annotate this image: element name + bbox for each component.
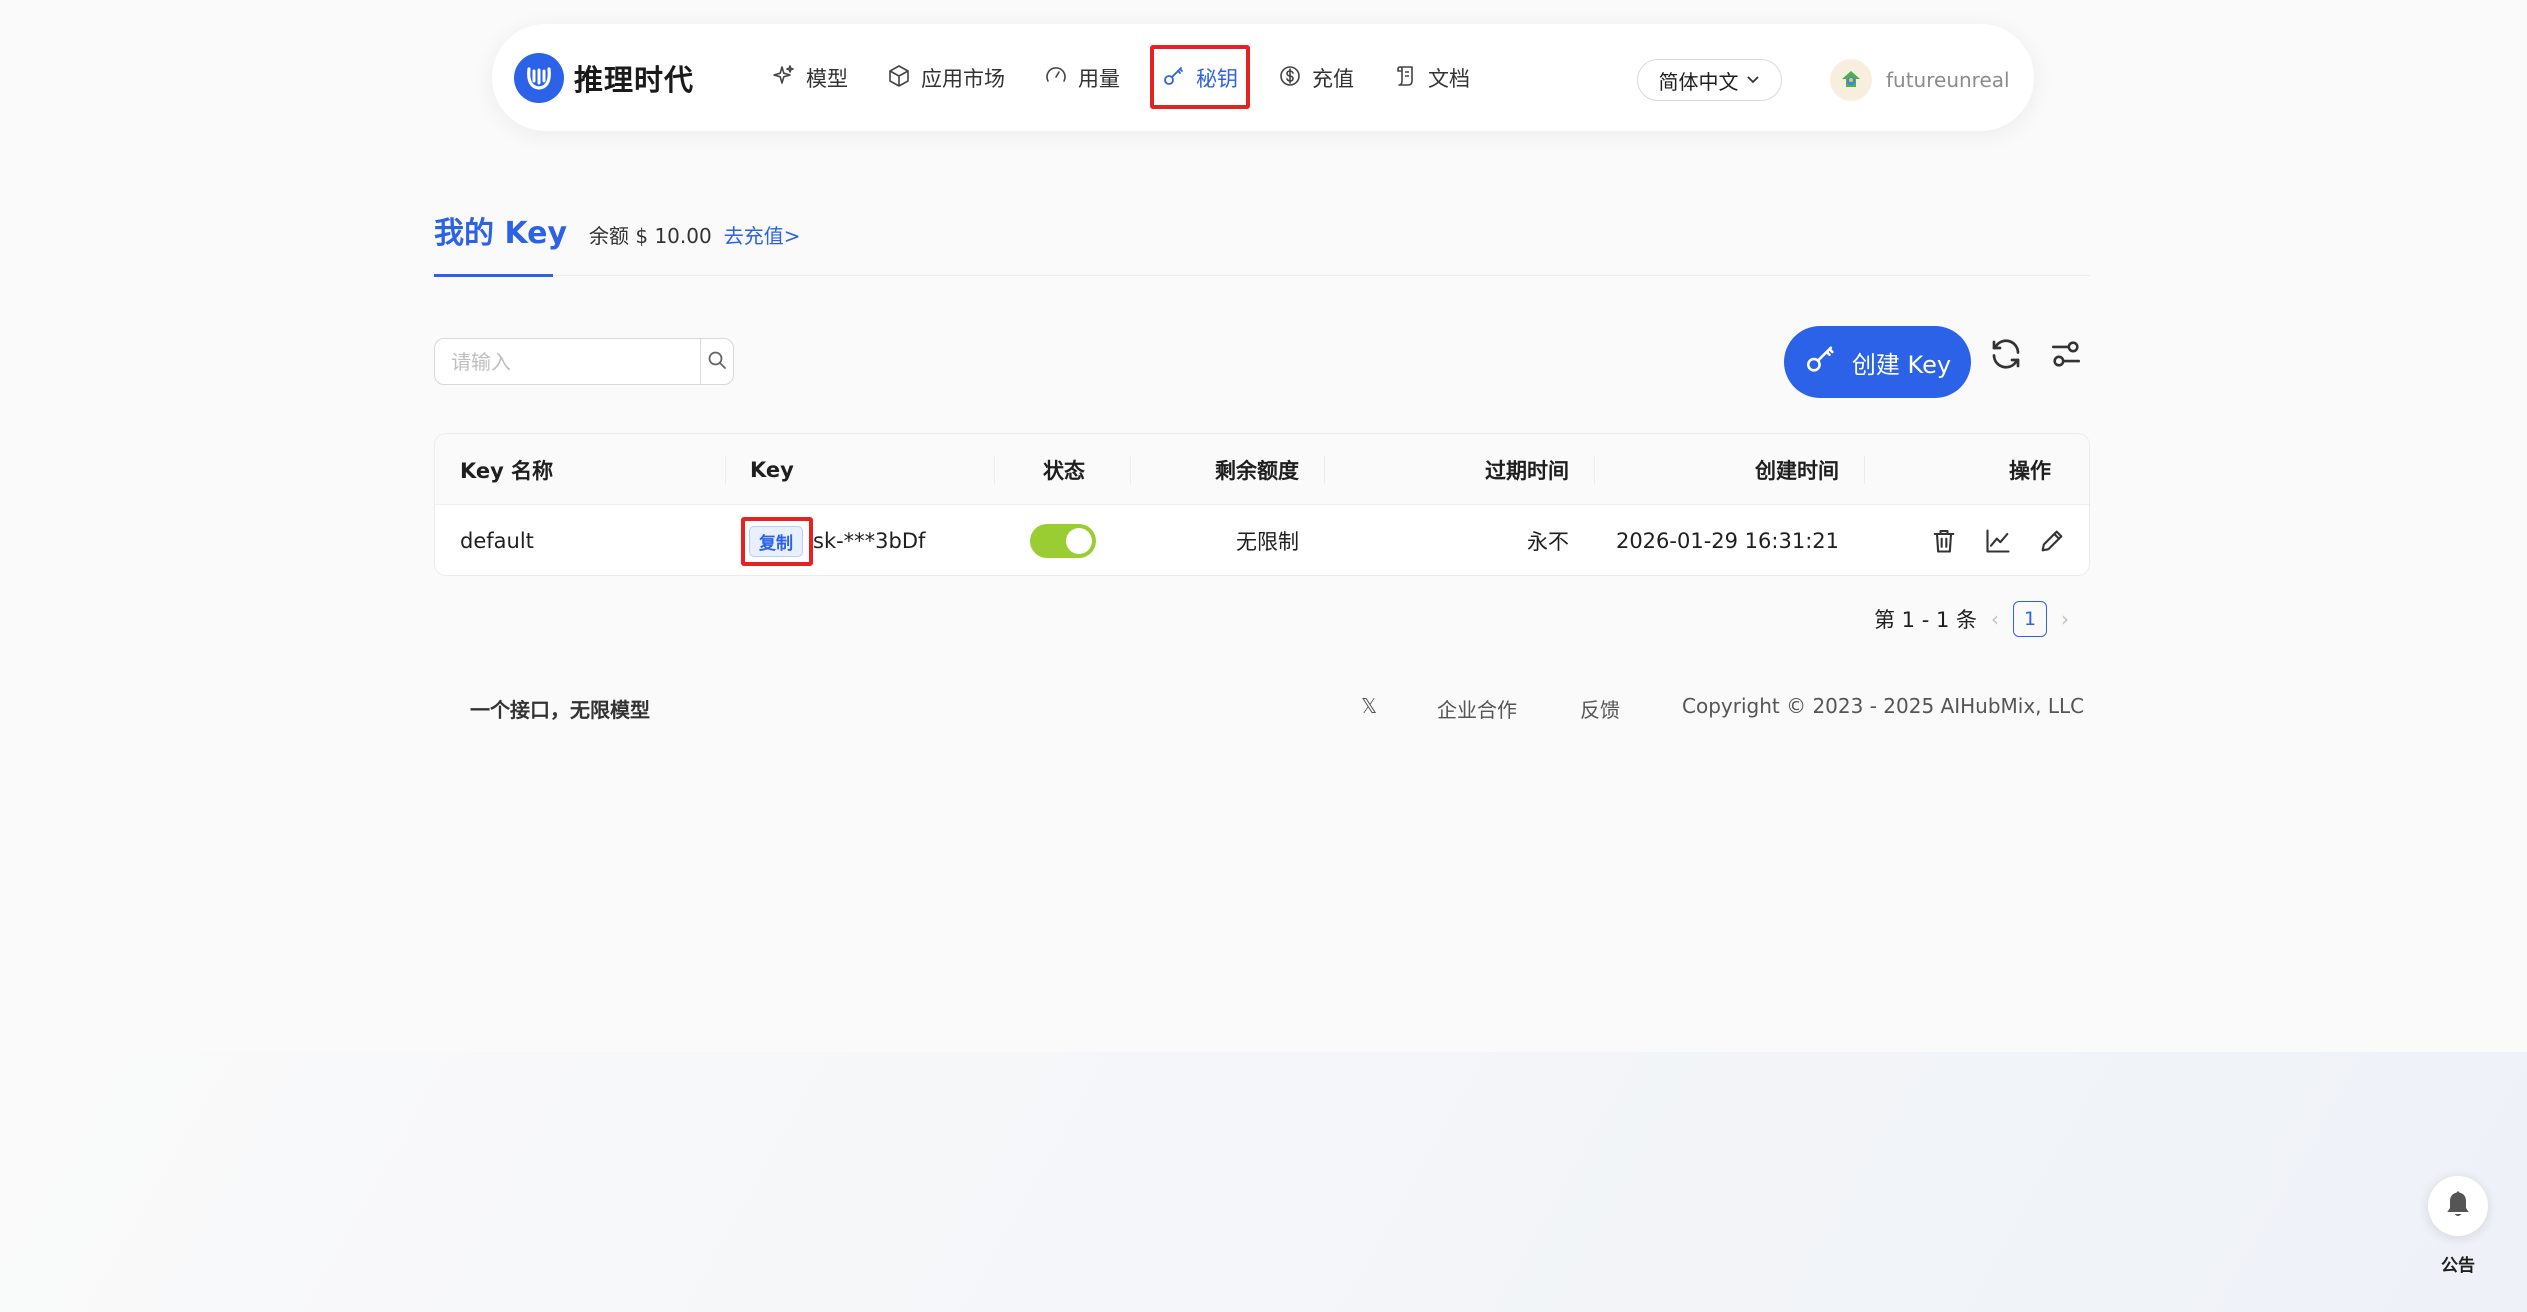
status-toggle[interactable]	[1030, 524, 1096, 558]
line-chart-icon[interactable]	[1980, 523, 2016, 559]
search-input[interactable]	[435, 339, 700, 384]
recharge-link[interactable]: 去充值>	[724, 220, 801, 249]
column-divider	[1324, 456, 1325, 484]
notice-label: 公告	[2441, 1256, 2475, 1276]
nav-item-docs[interactable]: 文档	[1394, 54, 1470, 102]
header-divider	[434, 275, 2090, 276]
balance-label: 余额 $ 10.00	[589, 224, 712, 248]
remaining-quota-cell: 无限制	[1236, 530, 1299, 554]
column-header-expires: 过期时间	[1485, 458, 1569, 483]
pagination: 第 1 - 1 条 ‹ 1 ›	[1874, 600, 2069, 638]
footer-link-feedback[interactable]: 反馈	[1580, 694, 1620, 723]
column-divider	[1594, 456, 1595, 484]
nav-label: 充值	[1312, 67, 1354, 91]
nav-item-usage[interactable]: 用量	[1044, 54, 1120, 102]
nav-item-keys[interactable]: 秘钥	[1162, 54, 1238, 102]
column-header-key: Key	[750, 457, 794, 482]
language-select[interactable]: 简体中文	[1637, 59, 1782, 101]
table-row: default 复制 sk-***3bDf 无限制 永不 2026-01-29 …	[435, 505, 2089, 575]
search-icon	[707, 350, 727, 374]
create-key-button[interactable]: 创建 Key	[1784, 326, 1971, 398]
nav-item-models[interactable]: 模型	[772, 54, 848, 102]
page-title[interactable]: 我的 Key	[434, 208, 567, 252]
language-label: 简体中文	[1658, 69, 1739, 94]
column-header-created: 创建时间	[1755, 458, 1839, 483]
refresh-icon	[1988, 336, 2024, 376]
edit-pencil-icon[interactable]	[2034, 523, 2070, 559]
key-name-cell: default	[460, 529, 534, 553]
search-button[interactable]	[700, 339, 733, 384]
notice-button[interactable]	[2428, 1176, 2488, 1236]
brand-logo[interactable]: 推理时代	[514, 53, 694, 103]
nav-label: 秘钥	[1196, 67, 1238, 91]
nav-label: 文档	[1428, 67, 1470, 91]
column-divider	[1864, 456, 1865, 484]
actions-cell	[1926, 505, 2070, 575]
column-divider	[1130, 456, 1131, 484]
logo-icon	[514, 53, 564, 103]
table-header: Key 名称 Key 状态 剩余额度 过期时间 创建时间 操作	[435, 434, 2089, 505]
column-header-remaining-quota: 剩余额度	[1215, 458, 1299, 483]
nav-label: 用量	[1078, 67, 1120, 91]
search-box	[434, 338, 734, 385]
brand-name: 推理时代	[574, 63, 695, 97]
key-cell: 复制 sk-***3bDf	[749, 505, 926, 575]
nav-item-recharge[interactable]: 充值	[1278, 54, 1354, 102]
active-tab-underline	[434, 274, 553, 277]
copy-key-button[interactable]: 复制	[749, 525, 803, 557]
column-divider	[725, 456, 726, 484]
filter-settings-button[interactable]	[2046, 336, 2086, 376]
footer-copyright: Copyright © 2023 - 2025 AIHubMix, LLC	[1682, 694, 2085, 718]
refresh-button[interactable]	[1986, 336, 2026, 376]
sparkle-icon	[772, 64, 796, 93]
footer-tagline: 一个接口，无限模型	[470, 698, 650, 722]
balance-info: 余额 $ 10.00 去充值>	[589, 220, 800, 249]
expires-cell: 永不	[1527, 530, 1569, 554]
top-nav: 推理时代 模型 应用市场 用量 秘钥 充值 文档 简体中文 futureunre…	[492, 24, 2034, 131]
chevron-down-icon	[1745, 68, 1761, 92]
x-social-link[interactable]: 𝕏	[1361, 694, 1377, 718]
nav-label: 应用市场	[921, 67, 1005, 91]
cube-icon	[887, 64, 911, 93]
bell-icon	[2442, 1188, 2474, 1224]
column-header-actions: 操作	[2009, 458, 2051, 483]
username: futureunreal	[1886, 68, 2010, 92]
gauge-icon	[1044, 64, 1068, 93]
delete-icon[interactable]	[1926, 523, 1962, 559]
scroll-icon	[1394, 64, 1418, 93]
keys-table: Key 名称 Key 状态 剩余额度 过期时间 创建时间 操作 default …	[434, 433, 2090, 576]
status-cell	[1030, 505, 1096, 575]
nav-item-app-market[interactable]: 应用市场	[887, 54, 1005, 102]
key-icon	[1804, 342, 1838, 382]
key-icon	[1162, 64, 1186, 93]
column-header-key-name: Key 名称	[460, 458, 554, 483]
create-key-label: 创建 Key	[1851, 350, 1952, 379]
key-value: sk-***3bDf	[813, 529, 926, 553]
next-page-icon[interactable]: ›	[2061, 607, 2069, 631]
column-divider	[994, 456, 995, 484]
page-number-button[interactable]: 1	[2013, 601, 2048, 637]
prev-page-icon[interactable]: ‹	[1991, 607, 1999, 631]
nav-label: 模型	[806, 67, 848, 91]
pagination-summary: 第 1 - 1 条	[1874, 608, 1978, 632]
background-pattern	[0, 1052, 2527, 1312]
created-cell: 2026-01-29 16:31:21	[1615, 529, 1839, 553]
column-header-status: 状态	[1043, 458, 1085, 483]
dollar-icon	[1278, 64, 1302, 93]
sliders-icon	[2049, 337, 2083, 375]
footer-link-business[interactable]: 企业合作	[1437, 694, 1517, 723]
avatar	[1830, 59, 1872, 101]
user-menu[interactable]: futureunreal	[1830, 58, 2010, 102]
